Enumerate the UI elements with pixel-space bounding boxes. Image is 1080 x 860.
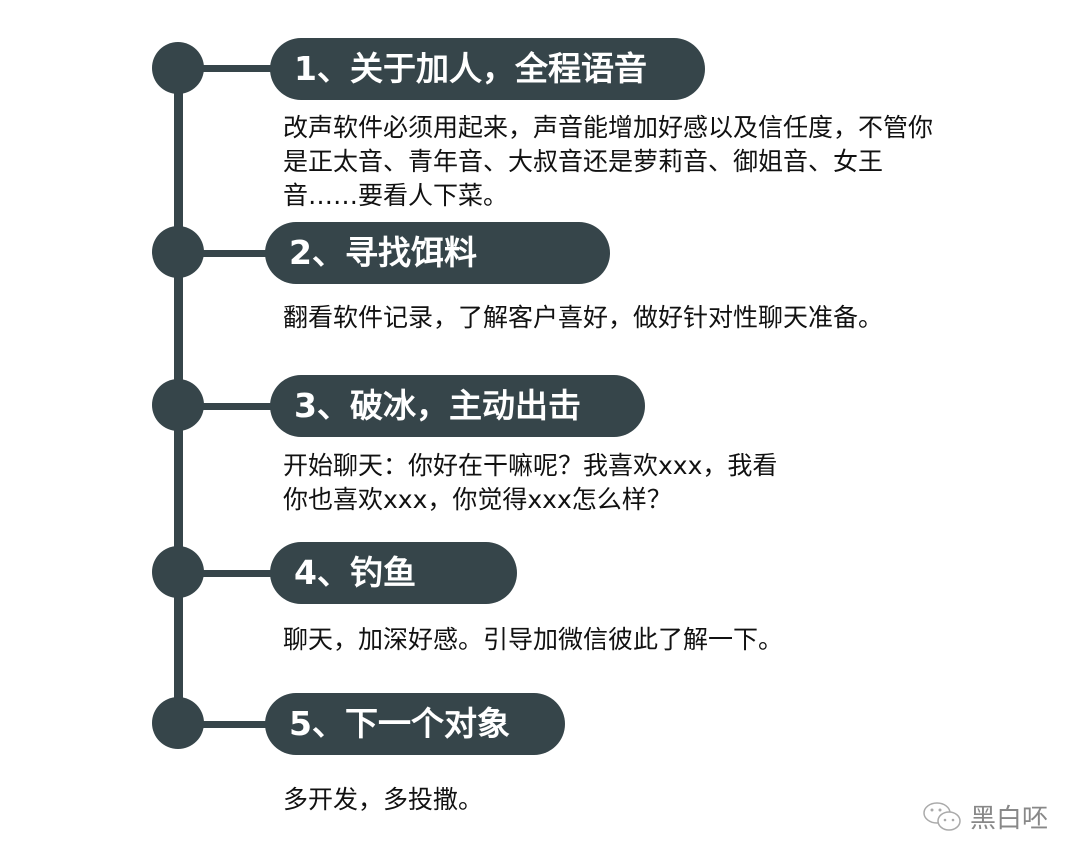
step-3-title: 3、破冰，主动出击: [270, 375, 645, 437]
text-line: 多开发，多投撒。: [283, 785, 484, 814]
step-1-title: 1、关于加人，全程语音: [270, 38, 705, 100]
text-line: 翻看软件记录，了解客户喜好，做好针对性聊天准备。: [283, 303, 884, 332]
connector-3: [190, 403, 280, 410]
step-2-title: 2、寻找饵料: [265, 222, 610, 284]
text-line: 是正太音、青年音、大叔音还是萝莉音、御姐音、女王: [283, 147, 884, 176]
text-line: 聊天，加深好感。引导加微信彼此了解一下。: [283, 625, 784, 654]
text-line: 改声软件必须用起来，声音能增加好感以及信任度，不管你: [283, 113, 934, 142]
wechat-icon: [923, 801, 961, 831]
step-1-description: 改声软件必须用起来，声音能增加好感以及信任度，不管你 是正太音、青年音、大叔音还…: [283, 111, 933, 213]
step-4-description: 聊天，加深好感。引导加微信彼此了解一下。: [283, 623, 783, 657]
text-line: 音……要看人下菜。: [283, 181, 509, 210]
step-2-description: 翻看软件记录，了解客户喜好，做好针对性聊天准备。: [283, 301, 883, 335]
connector-4: [190, 570, 280, 577]
watermark: 黑白呸: [922, 798, 1048, 835]
text-line: 开始聊天：你好在干嘛呢？我喜欢xxx，我看: [283, 451, 778, 480]
step-4-title: 4、钓鱼: [270, 542, 517, 604]
step-3-description: 开始聊天：你好在干嘛呢？我喜欢xxx，我看 你也喜欢xxx，你觉得xxx怎么样？: [283, 449, 777, 517]
step-5-title: 5、下一个对象: [265, 693, 565, 755]
connector-1: [190, 65, 280, 72]
step-5-description: 多开发，多投撒。: [283, 783, 483, 817]
text-line: 你也喜欢xxx，你觉得xxx怎么样？: [283, 485, 672, 514]
watermark-text: 黑白呸: [970, 804, 1049, 834]
